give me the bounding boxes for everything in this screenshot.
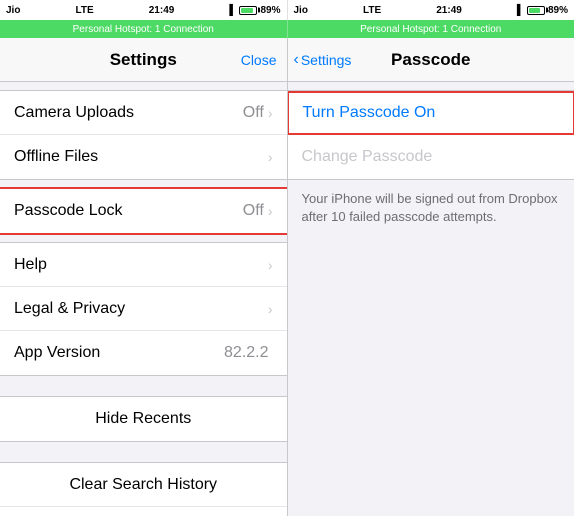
- app-version-row: App Version 82.2.2: [0, 331, 287, 375]
- time-left: 21:49: [149, 5, 175, 16]
- signal-left: ▌: [229, 5, 236, 16]
- table-section-1: Camera Uploads Off › Offline Files ›: [0, 90, 287, 180]
- status-icons-right: ▌ 89%: [517, 5, 568, 16]
- right-nav: ‹ Settings Passcode: [287, 38, 574, 81]
- back-button[interactable]: ‹ Settings: [294, 51, 352, 69]
- settings-group-2: Passcode Lock Off ›: [0, 188, 287, 234]
- close-button[interactable]: Close: [241, 52, 277, 68]
- camera-uploads-value: Off: [243, 104, 264, 122]
- nav-bar: Settings Close ‹ Settings Passcode: [0, 38, 574, 82]
- passcode-group: Turn Passcode On Change Passcode: [288, 90, 574, 180]
- camera-uploads-chevron-icon: ›: [268, 105, 273, 121]
- hotspot-right: Personal Hotspot: 1 Connection: [287, 20, 574, 38]
- help-row[interactable]: Help ›: [0, 243, 287, 287]
- passcode-lock-row[interactable]: Passcode Lock Off ›: [0, 189, 287, 233]
- passcode-lock-chevron-icon: ›: [268, 203, 273, 219]
- turn-passcode-on-row[interactable]: Turn Passcode On: [288, 91, 574, 135]
- table-section-3: Help › Legal & Privacy › App Version 82.…: [0, 242, 287, 376]
- offline-files-label: Offline Files: [14, 148, 268, 166]
- table-section-2: Passcode Lock Off ›: [0, 188, 287, 234]
- passcode-table: Turn Passcode On Change Passcode: [288, 90, 574, 180]
- camera-uploads-label: Camera Uploads: [14, 104, 243, 122]
- panels: Camera Uploads Off › Offline Files › Pas…: [0, 82, 574, 516]
- carrier-right: Jio: [294, 5, 308, 16]
- battery-left: [239, 6, 257, 15]
- clear-cache-row[interactable]: Clear Cache: [0, 507, 287, 516]
- passcode-lock-label: Passcode Lock: [14, 202, 243, 220]
- carrier-left: Jio: [6, 5, 20, 16]
- offline-files-row[interactable]: Offline Files ›: [0, 135, 287, 179]
- settings-group-3: Help › Legal & Privacy › App Version 82.…: [0, 242, 287, 376]
- left-nav: Settings Close: [0, 38, 287, 81]
- settings-group-1: Camera Uploads Off › Offline Files ›: [0, 90, 287, 180]
- passcode-info-text: Your iPhone will be signed out from Drop…: [288, 180, 574, 236]
- offline-files-chevron-icon: ›: [268, 149, 273, 165]
- hotspot-left: Personal Hotspot: 1 Connection: [0, 20, 287, 38]
- clear-search-history-label: Clear Search History: [69, 476, 217, 494]
- legal-privacy-label: Legal & Privacy: [14, 300, 268, 318]
- network-right: LTE: [363, 5, 381, 16]
- network-left: LTE: [76, 5, 94, 16]
- legal-privacy-chevron-icon: ›: [268, 301, 273, 317]
- status-icons-left: ▌ 89%: [229, 5, 280, 16]
- change-passcode-label: Change Passcode: [302, 148, 561, 166]
- right-nav-title: Passcode: [391, 50, 470, 70]
- clear-search-history-row[interactable]: Clear Search History: [0, 463, 287, 507]
- turn-passcode-on-label: Turn Passcode On: [303, 104, 560, 122]
- hide-recents-section: Hide Recents: [0, 396, 287, 442]
- signal-right: ▌: [517, 5, 524, 16]
- hotspot-bar: Personal Hotspot: 1 Connection Personal …: [0, 20, 574, 38]
- back-chevron-icon: ‹: [294, 51, 299, 69]
- app-version-value: 82.2.2: [224, 344, 268, 362]
- status-bar: Jio LTE 21:49 ▌ 89% Jio LTE 21:49 ▌ 89%: [0, 0, 574, 20]
- change-passcode-row: Change Passcode: [288, 135, 574, 179]
- passcode-lock-value: Off: [243, 202, 264, 220]
- time-right: 21:49: [436, 5, 462, 16]
- help-label: Help: [14, 256, 268, 274]
- app-version-label: App Version: [14, 344, 224, 362]
- hide-recents-row[interactable]: Hide Recents: [0, 397, 287, 441]
- camera-uploads-row[interactable]: Camera Uploads Off ›: [0, 91, 287, 135]
- battery-pct-right: 89%: [548, 5, 568, 16]
- status-bar-right: Jio LTE 21:49 ▌ 89%: [287, 0, 574, 20]
- legal-privacy-row[interactable]: Legal & Privacy ›: [0, 287, 287, 331]
- battery-pct-left: 89%: [260, 5, 280, 16]
- battery-right: [527, 6, 545, 15]
- clear-section: Clear Search History Clear Cache: [0, 462, 287, 516]
- help-chevron-icon: ›: [268, 257, 273, 273]
- left-nav-title: Settings: [110, 50, 177, 70]
- left-panel: Camera Uploads Off › Offline Files › Pas…: [0, 82, 288, 516]
- right-panel: Turn Passcode On Change Passcode Your iP…: [288, 82, 574, 516]
- status-bar-left: Jio LTE 21:49 ▌ 89%: [0, 0, 287, 20]
- hide-recents-label: Hide Recents: [95, 410, 191, 428]
